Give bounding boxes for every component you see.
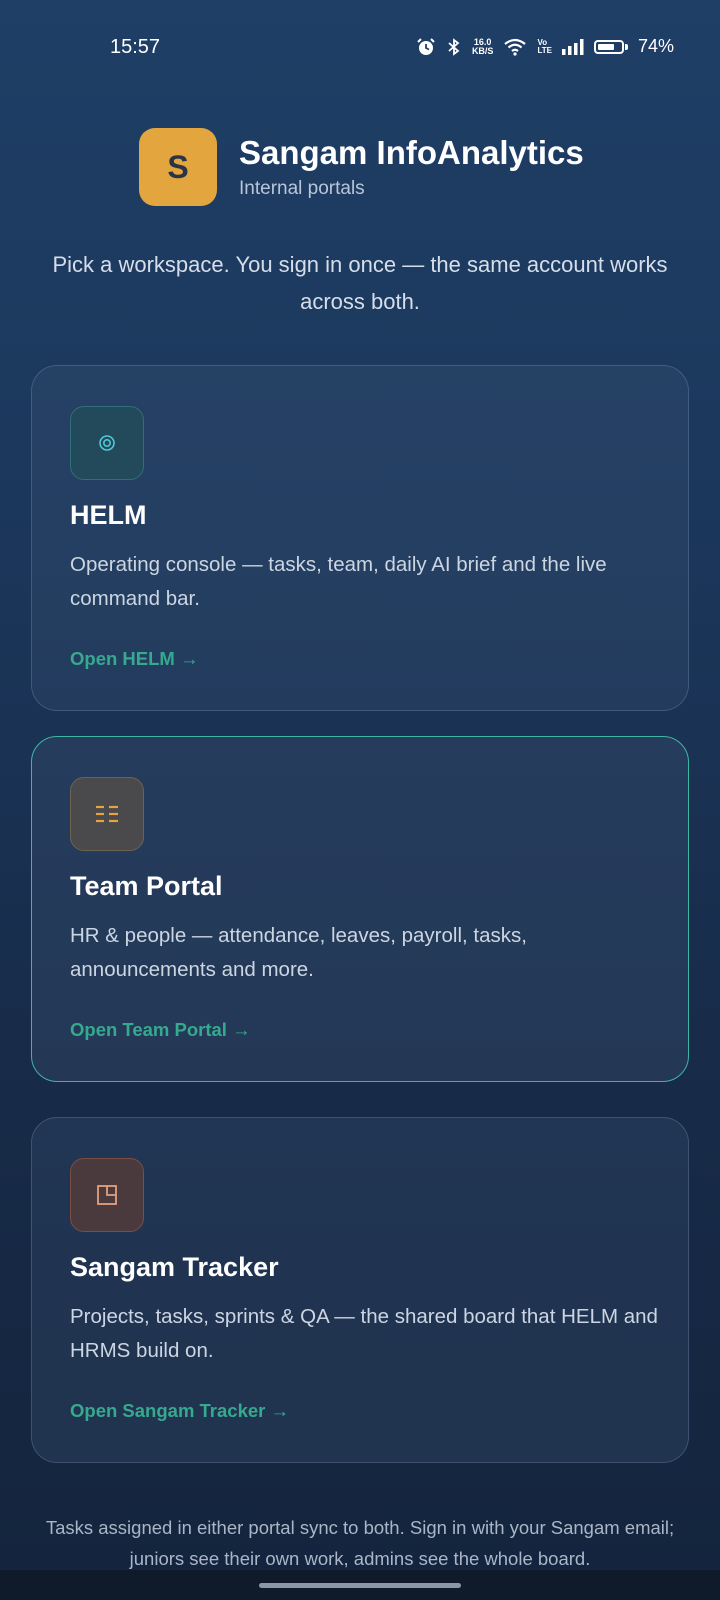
card-title: Sangam Tracker [70, 1252, 279, 1282]
card-sangam-tracker[interactable]: Sangam Tracker Projects, tasks, sprints … [31, 1117, 689, 1463]
target-icon [70, 406, 144, 480]
card-title: HELM [70, 500, 147, 530]
intro-text: Pick a workspace. You sign in once — the… [52, 252, 668, 314]
battery-percent: 74% [637, 36, 674, 56]
open-team-portal-link[interactable]: Open Team Portal → [70, 1019, 251, 1041]
volte-indicator: Vo LTE [537, 38, 552, 55]
brand-subtitle: Internal portals [239, 178, 365, 199]
gesture-handle[interactable] [259, 1583, 461, 1588]
network-speed: 16.0 KB/S [471, 37, 494, 56]
brand-header: S Sangam InfoAnalytics Internal portals [139, 128, 584, 206]
status-bar: 15:57 16.0 KB/S Vo LTE 74% [0, 0, 720, 80]
card-team-portal[interactable]: Team Portal HR & people — attendance, le… [31, 736, 689, 1082]
battery-icon [593, 39, 628, 54]
list-icon [70, 777, 144, 851]
brand-logo: S [139, 128, 217, 206]
navigation-bar [0, 1570, 720, 1600]
brand-title: Sangam InfoAnalytics [239, 134, 584, 171]
volte-bottom: LTE [537, 45, 552, 55]
wifi-icon [503, 38, 527, 56]
alarm-icon [416, 37, 436, 57]
open-sangam-tracker-link[interactable]: Open Sangam Tracker → [70, 1400, 289, 1422]
card-title: Team Portal [70, 871, 223, 901]
network-speed-unit: KB/S [471, 45, 494, 56]
brand-text: Sangam InfoAnalytics Internal portals [239, 134, 584, 200]
status-time: 15:57 [110, 36, 161, 58]
footer-note: Tasks assigned in either portal sync to … [45, 1517, 675, 1569]
card-description: HR & people — attendance, leaves, payrol… [70, 924, 527, 981]
card-description: Projects, tasks, sprints & QA — the shar… [70, 1305, 658, 1362]
signal-icon [561, 38, 584, 55]
card-helm[interactable]: HELM Operating console — tasks, team, da… [31, 365, 689, 711]
bluetooth-icon [446, 37, 462, 57]
status-icons: 16.0 KB/S Vo LTE 74% [416, 36, 674, 57]
card-description: Operating console — tasks, team, daily A… [70, 553, 607, 610]
board-icon [70, 1158, 144, 1232]
open-helm-link[interactable]: Open HELM → [70, 648, 198, 670]
